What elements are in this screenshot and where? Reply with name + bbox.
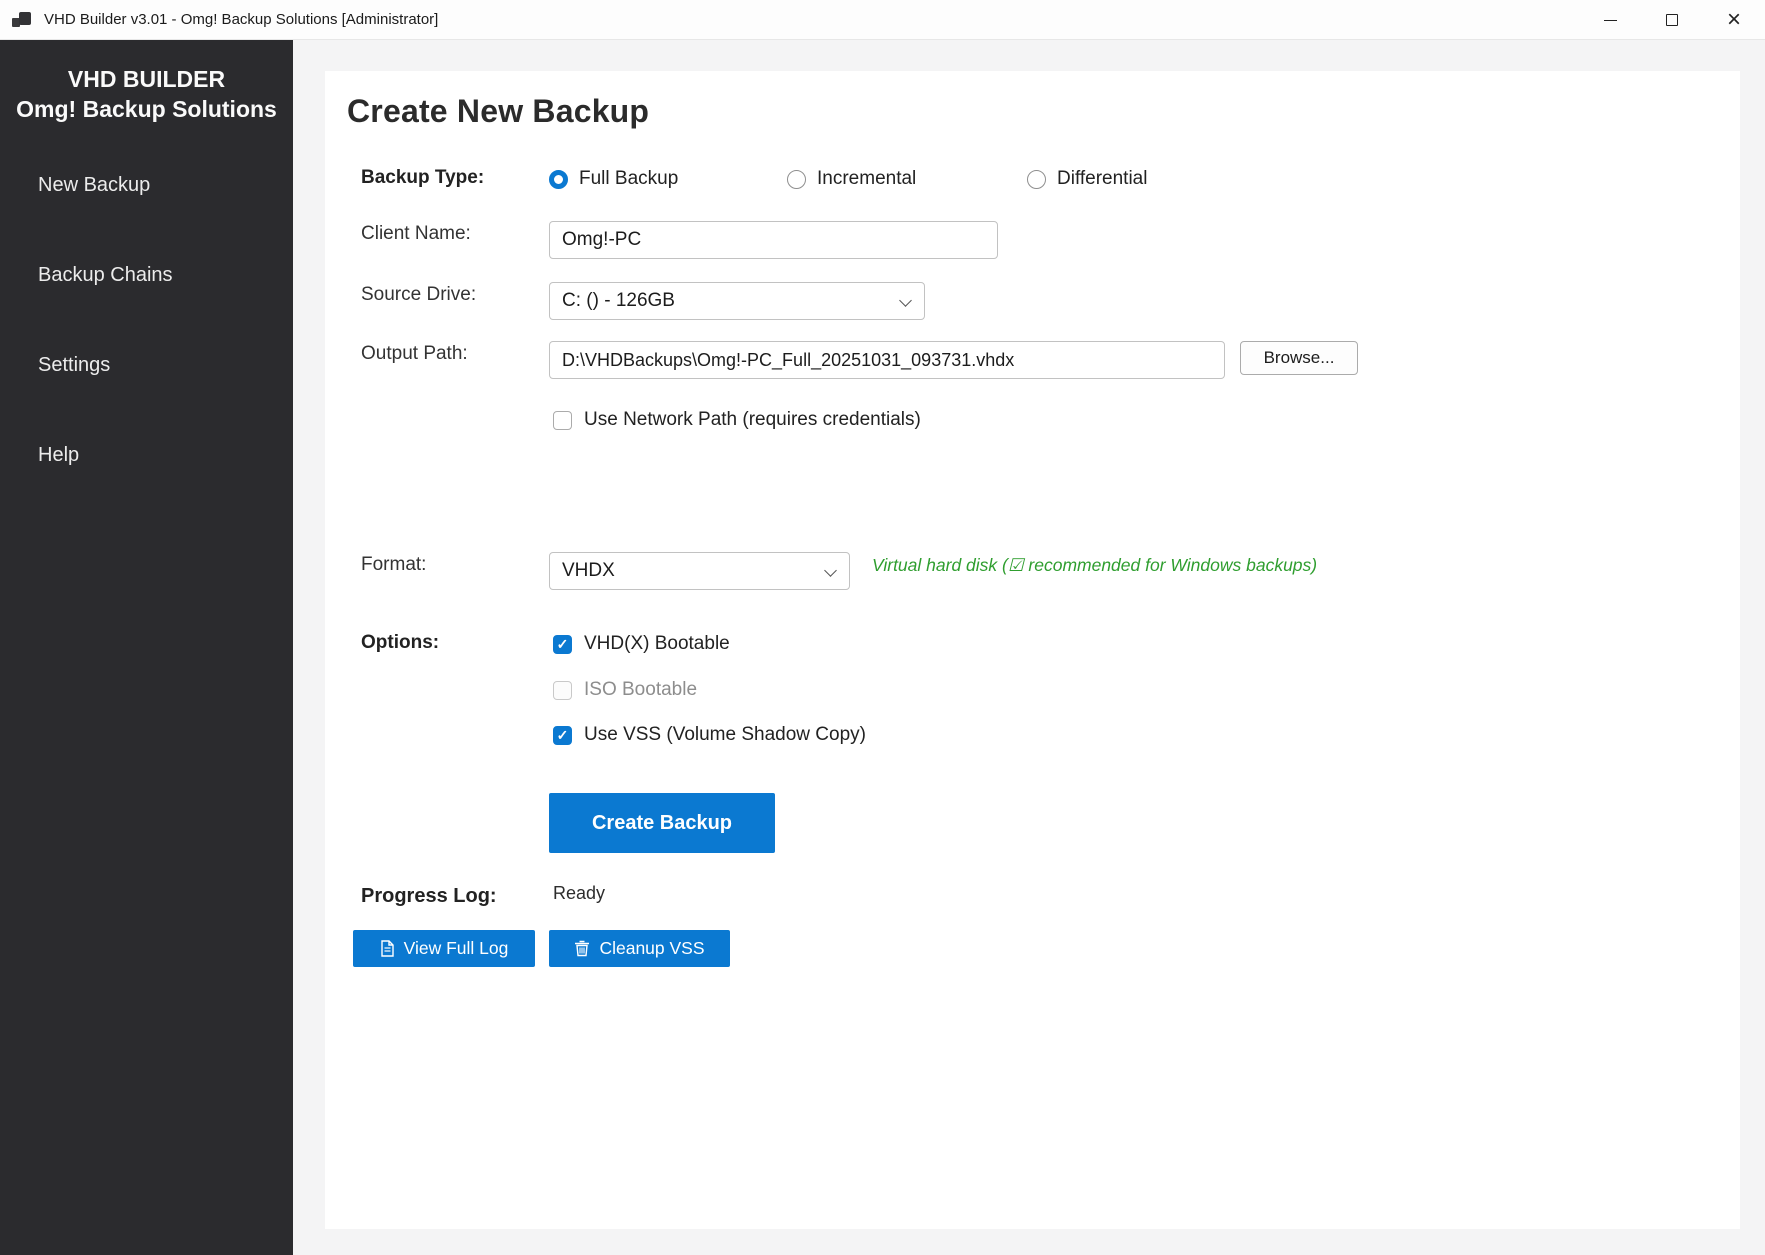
view-full-log-button[interactable]: View Full Log — [353, 930, 535, 967]
iso-bootable-label: ISO Bootable — [584, 679, 697, 701]
client-name-label: Client Name: — [361, 223, 471, 245]
minimize-icon — [1604, 20, 1617, 21]
brand-line2: Omg! Backup Solutions — [0, 94, 293, 124]
vhdx-bootable-label: VHD(X) Bootable — [584, 633, 730, 655]
brand-line1: VHD BUILDER — [0, 64, 293, 94]
backup-type-label: Backup Type: — [361, 167, 484, 189]
options-label: Options: — [361, 632, 439, 654]
use-vss-checkbox[interactable] — [553, 726, 572, 745]
iso-bootable-checkbox-row[interactable]: ISO Bootable — [553, 679, 697, 701]
chevron-down-icon — [899, 294, 912, 307]
trash-icon — [574, 940, 590, 957]
window-controls: × — [1579, 0, 1765, 40]
radio-incremental[interactable]: Incremental — [787, 168, 916, 190]
source-drive-select[interactable]: C: () - 126GB — [549, 282, 925, 320]
network-path-label: Use Network Path (requires credentials) — [584, 409, 921, 431]
client-name-input[interactable] — [549, 221, 998, 259]
sidebar-nav: New Backup Backup Chains Settings Help — [0, 170, 293, 470]
network-path-checkbox-row[interactable]: Use Network Path (requires credentials) — [553, 409, 921, 431]
format-hint: Virtual hard disk (☑ recommended for Win… — [872, 555, 1317, 576]
sidebar-item-settings[interactable]: Settings — [0, 350, 293, 380]
vhdx-bootable-checkbox-row[interactable]: VHD(X) Bootable — [553, 633, 730, 655]
sidebar-item-new-backup[interactable]: New Backup — [0, 170, 293, 200]
use-vss-label: Use VSS (Volume Shadow Copy) — [584, 724, 866, 746]
browse-button[interactable]: Browse... — [1240, 341, 1358, 375]
cleanup-vss-button[interactable]: Cleanup VSS — [549, 930, 730, 967]
radio-full-backup-label: Full Backup — [579, 168, 678, 190]
close-icon: × — [1727, 8, 1741, 32]
radio-full-backup[interactable]: Full Backup — [549, 168, 678, 190]
sidebar: VHD BUILDER Omg! Backup Solutions New Ba… — [0, 40, 293, 1255]
vhdx-bootable-checkbox[interactable] — [553, 635, 572, 654]
network-path-checkbox[interactable] — [553, 411, 572, 430]
minimize-button[interactable] — [1579, 0, 1641, 40]
document-icon — [380, 940, 395, 957]
source-drive-label: Source Drive: — [361, 284, 476, 306]
sidebar-item-help[interactable]: Help — [0, 440, 293, 470]
radio-incremental-circle — [787, 170, 806, 189]
create-backup-panel: Create New Backup Backup Type: Full Back… — [325, 71, 1740, 1229]
window-title: VHD Builder v3.01 - Omg! Backup Solution… — [44, 11, 438, 28]
format-value: VHDX — [562, 560, 615, 582]
format-select[interactable]: VHDX — [549, 552, 850, 590]
iso-bootable-checkbox[interactable] — [553, 681, 572, 700]
progress-status: Ready — [553, 883, 605, 904]
radio-differential-label: Differential — [1057, 168, 1147, 190]
source-drive-value: C: () - 126GB — [562, 290, 675, 312]
main-area: Create New Backup Backup Type: Full Back… — [293, 40, 1765, 1255]
app-icon-square-big — [19, 12, 31, 25]
radio-differential[interactable]: Differential — [1027, 168, 1147, 190]
maximize-button[interactable] — [1641, 0, 1703, 40]
create-backup-button[interactable]: Create Backup — [549, 793, 775, 853]
close-button[interactable]: × — [1703, 0, 1765, 40]
view-full-log-label: View Full Log — [404, 938, 509, 959]
chevron-down-icon — [824, 564, 837, 577]
radio-differential-circle — [1027, 170, 1046, 189]
radio-incremental-label: Incremental — [817, 168, 916, 190]
format-label: Format: — [361, 554, 426, 576]
titlebar: VHD Builder v3.01 - Omg! Backup Solution… — [0, 0, 1765, 40]
radio-full-backup-circle — [549, 170, 568, 189]
cleanup-vss-label: Cleanup VSS — [599, 938, 704, 959]
brand: VHD BUILDER Omg! Backup Solutions — [0, 40, 293, 124]
sidebar-item-backup-chains[interactable]: Backup Chains — [0, 260, 293, 290]
page-title: Create New Backup — [347, 93, 649, 130]
use-vss-checkbox-row[interactable]: Use VSS (Volume Shadow Copy) — [553, 724, 866, 746]
maximize-icon — [1666, 14, 1678, 26]
output-path-label: Output Path: — [361, 343, 468, 365]
progress-log-label: Progress Log: — [361, 885, 497, 908]
app-icon — [11, 9, 33, 31]
output-path-input[interactable] — [549, 341, 1225, 379]
